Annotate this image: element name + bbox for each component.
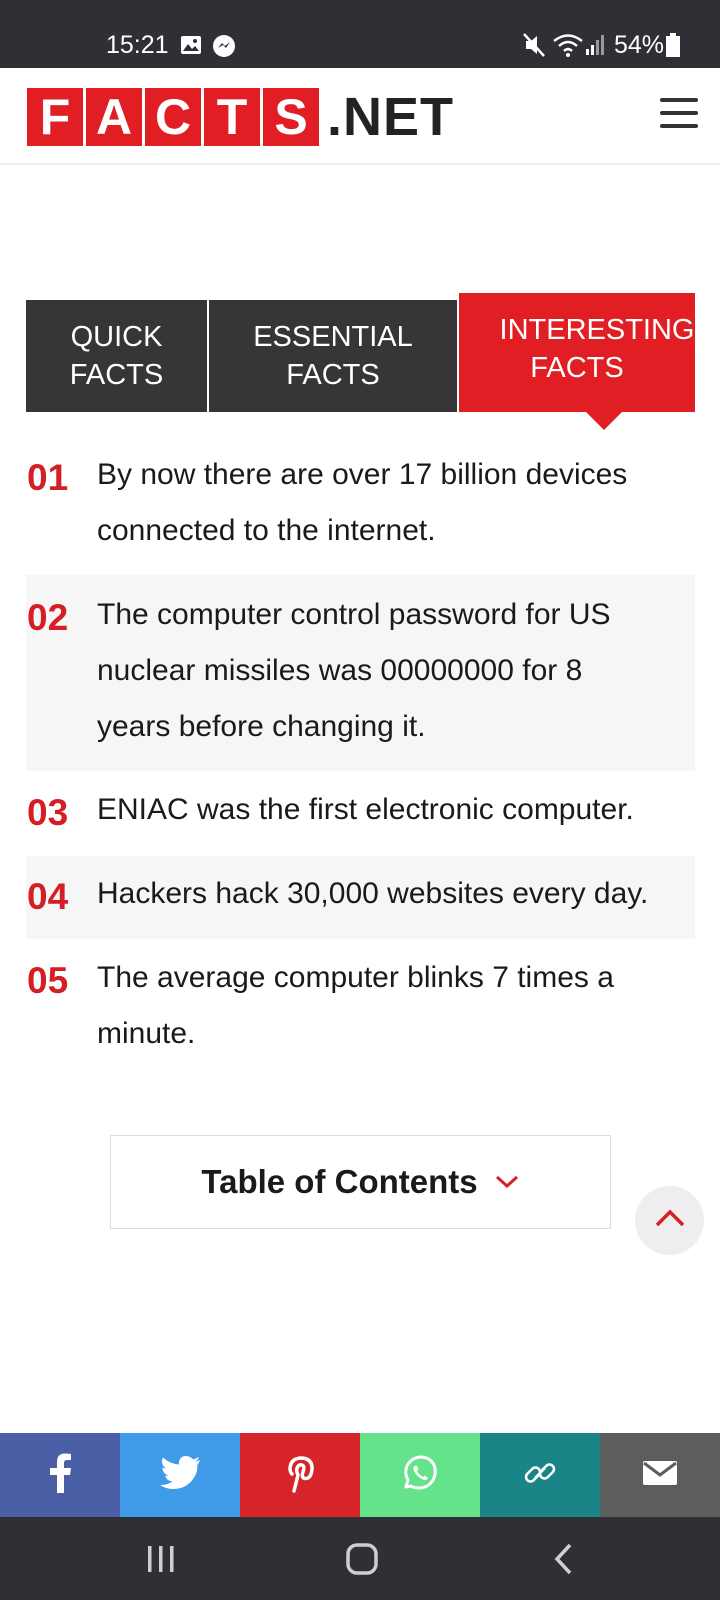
fact-text-line: By now there are over 17 billion devices [97, 458, 628, 491]
gallery-icon [180, 35, 202, 60]
tab-essential-facts[interactable]: ESSENTIAL FACTS [209, 300, 457, 412]
fact-item: 02 The computer control password for US … [26, 575, 695, 771]
logo-letter: A [86, 88, 142, 146]
fact-number: 05 [27, 960, 69, 1001]
logo-letter: T [204, 88, 260, 146]
tab-label-line: ESSENTIAL [253, 321, 413, 353]
mute-icon [522, 32, 546, 63]
logo-suffix: .NET [327, 87, 455, 147]
share-email-button[interactable] [600, 1433, 720, 1517]
fact-text: By now there are over 17 billion devices… [97, 447, 627, 559]
toc-label: Table of Contents [201, 1163, 478, 1200]
whatsapp-icon [400, 1453, 440, 1498]
logo-letter: C [145, 88, 201, 146]
fact-text-line: The average computer blinks 7 times a [97, 961, 614, 994]
home-icon[interactable] [346, 1543, 378, 1580]
fact-item: 05 The average computer blinks 7 times a… [26, 939, 695, 1069]
facts-net-logo[interactable]: F A C T S .NET [27, 88, 454, 146]
fact-text-line: years before changing it. [97, 710, 426, 743]
mail-icon [643, 1460, 677, 1490]
hamburger-menu-icon[interactable] [660, 98, 698, 132]
copy-link-button[interactable] [480, 1433, 600, 1517]
share-whatsapp-button[interactable] [360, 1433, 480, 1517]
fact-number: 03 [27, 792, 69, 833]
fact-text-line: The computer control password for US [97, 598, 611, 631]
share-bar [0, 1433, 720, 1517]
system-nav-bar [0, 1517, 720, 1600]
fact-text: The computer control password for US nuc… [97, 587, 611, 755]
fact-number: 04 [27, 876, 69, 917]
tab-label-line: INTERESTING [499, 313, 695, 346]
share-facebook-button[interactable] [0, 1433, 120, 1517]
twitter-icon [159, 1455, 201, 1495]
tab-quick-facts[interactable]: QUICK FACTS [26, 300, 207, 412]
link-icon [523, 1456, 557, 1495]
battery-percent: 54% [614, 31, 665, 59]
status-time: 15:21 [106, 31, 169, 59]
messenger-icon [212, 34, 236, 63]
site-header: F A C T S .NET [0, 68, 720, 165]
scroll-to-top-button[interactable] [635, 1186, 704, 1255]
fact-text-line: minute. [97, 1017, 196, 1050]
logo-letter: F [27, 88, 83, 146]
tab-label-line: FACTS [286, 359, 380, 391]
wifi-icon [552, 32, 584, 63]
chevron-up-icon [654, 1208, 686, 1233]
table-of-contents-toggle[interactable]: Table of Contents [110, 1135, 611, 1229]
fact-item: 01 By now there are over 17 billion devi… [26, 447, 695, 575]
tab-label-line: FACTS [530, 351, 624, 384]
back-icon[interactable] [552, 1542, 574, 1581]
pinterest-icon [284, 1453, 316, 1498]
recent-apps-icon[interactable] [146, 1544, 176, 1579]
share-pinterest-button[interactable] [240, 1433, 360, 1517]
fact-text: ENIAC was the first electronic computer. [97, 782, 634, 838]
fact-text-line: nuclear missiles was 00000000 for 8 [97, 654, 583, 687]
chevron-down-icon [494, 1174, 520, 1195]
tab-interesting-facts[interactable]: INTERESTING FACTS [459, 293, 695, 412]
active-tab-pointer [586, 412, 622, 430]
fact-number: 01 [27, 457, 69, 498]
fact-text-line: Hackers hack 30,000 websites every day. [97, 877, 649, 910]
battery-icon [666, 33, 680, 62]
fact-number: 02 [27, 597, 69, 638]
fact-text: The average computer blinks 7 times a mi… [97, 950, 614, 1062]
fact-text-line: connected to the internet. [97, 514, 436, 547]
logo-letter: S [263, 88, 319, 146]
status-bar: 15:21 54% [0, 0, 720, 68]
fact-text: Hackers hack 30,000 websites every day. [97, 866, 648, 922]
fact-item: 04 Hackers hack 30,000 websites every da… [26, 856, 695, 939]
fact-text-line: ENIAC was the first electronic computer. [97, 793, 634, 826]
signal-icon [586, 33, 606, 60]
tab-label-line: FACTS [69, 359, 164, 391]
share-twitter-button[interactable] [120, 1433, 240, 1517]
tab-label-line: QUICK [70, 321, 163, 353]
fact-item: 03 ENIAC was the first electronic comput… [26, 771, 695, 856]
facebook-icon [48, 1453, 72, 1498]
